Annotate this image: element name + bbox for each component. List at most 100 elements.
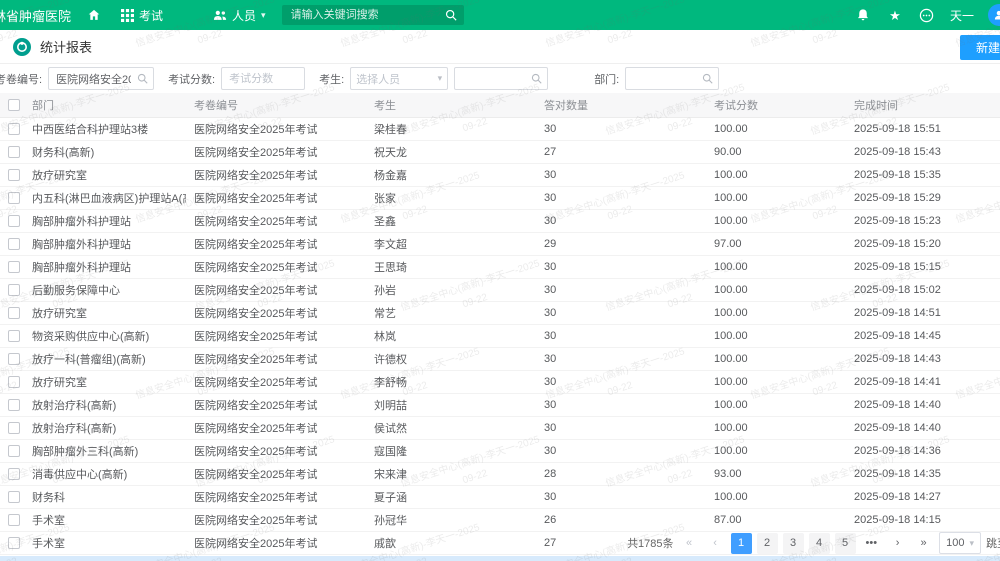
- row-checkbox[interactable]: [8, 353, 20, 365]
- header-score: 考试分数: [706, 93, 846, 118]
- table-row[interactable]: 胸部肿瘤外科护理站 医院网络安全2025年考试 圣鑫 30 100.00 202…: [0, 210, 1000, 233]
- global-search[interactable]: [282, 5, 464, 25]
- pager-page-5[interactable]: 5: [835, 533, 856, 554]
- cell-examinee: 林岚: [366, 325, 536, 348]
- table-row[interactable]: 财务科(高新) 医院网络安全2025年考试 祝天龙 27 90.00 2025-…: [0, 141, 1000, 164]
- table-row[interactable]: 放疗研究室 医院网络安全2025年考试 常艺 30 100.00 2025-09…: [0, 302, 1000, 325]
- pager-page-4[interactable]: 4: [809, 533, 830, 554]
- row-checkbox[interactable]: [8, 445, 20, 457]
- cell-department: 放疗研究室: [24, 371, 186, 394]
- cell-correct-count: 30: [536, 394, 706, 417]
- table-row[interactable]: 后勤服务保障中心 医院网络安全2025年考试 孙岩 30 100.00 2025…: [0, 279, 1000, 302]
- examinee-search-input[interactable]: [460, 72, 527, 86]
- row-checkbox[interactable]: [8, 514, 20, 526]
- cell-paper-no: 医院网络安全2025年考试: [186, 233, 366, 256]
- table-row[interactable]: 胸部肿瘤外三科(高新) 医院网络安全2025年考试 寇国隆 30 100.00 …: [0, 440, 1000, 463]
- table-row[interactable]: 手术室 医院网络安全2025年考试 孙冠华 26 87.00 2025-09-1…: [0, 509, 1000, 532]
- score-label: 考试分数:: [168, 71, 215, 87]
- notification-bell-icon[interactable]: [854, 6, 872, 24]
- nav-people[interactable]: 人员 ▾: [203, 0, 276, 30]
- table-header-row: 部门 考卷编号 考生 答对数量 考试分数 完成时间: [0, 93, 1000, 118]
- table-row[interactable]: 放疗一科(普瘤组)(高新) 医院网络安全2025年考试 许德权 30 100.0…: [0, 348, 1000, 371]
- row-checkbox[interactable]: [8, 422, 20, 434]
- cell-department: 内五科(淋巴血液病区)护理站A(高新): [24, 187, 186, 210]
- pager-next-button[interactable]: ›: [887, 533, 908, 554]
- row-checkbox[interactable]: [8, 307, 20, 319]
- cell-department: 胸部肿瘤外科护理站: [24, 233, 186, 256]
- filter-bar: 考卷编号: 考试分数: 考生: 选择人员 ▾ 部门:: [0, 64, 1000, 93]
- row-checkbox[interactable]: [8, 192, 20, 204]
- table-row[interactable]: 消毒供应中心(高新) 医院网络安全2025年考试 宋来津 28 93.00 20…: [0, 463, 1000, 486]
- cell-department: 放疗研究室: [24, 302, 186, 325]
- row-checkbox[interactable]: [8, 491, 20, 503]
- nav-exam[interactable]: 考试: [111, 0, 173, 30]
- row-checkbox[interactable]: [8, 284, 20, 296]
- table-row[interactable]: 放射治疗科(高新) 医院网络安全2025年考试 侯试然 30 100.00 20…: [0, 417, 1000, 440]
- cell-examinee: 许德权: [366, 348, 536, 371]
- row-checkbox[interactable]: [8, 215, 20, 227]
- cell-correct-count: 26: [536, 509, 706, 532]
- examinee-select[interactable]: 选择人员 ▾: [350, 67, 448, 90]
- dept-search-input[interactable]: [631, 72, 698, 86]
- chevron-down-icon: ▾: [969, 538, 974, 549]
- user-avatar[interactable]: [988, 4, 1000, 26]
- page-size-select[interactable]: 100 ▾: [939, 532, 981, 554]
- pager-ellipsis[interactable]: •••: [861, 533, 883, 554]
- cell-finish-time: 2025-09-18 15:23: [846, 210, 1000, 233]
- nav-exam-label: 考试: [139, 7, 163, 24]
- cell-score: 100.00: [706, 187, 846, 210]
- score-input[interactable]: [227, 72, 299, 86]
- pager-first-button[interactable]: «: [679, 533, 700, 554]
- row-checkbox[interactable]: [8, 376, 20, 388]
- search-icon[interactable]: [531, 73, 542, 84]
- favorite-star-icon[interactable]: ★: [886, 6, 904, 24]
- table-row[interactable]: 放疗研究室 医院网络安全2025年考试 李舒畅 30 100.00 2025-0…: [0, 371, 1000, 394]
- row-checkbox[interactable]: [8, 468, 20, 480]
- table-row[interactable]: 中西医结合科护理站3楼 医院网络安全2025年考试 梁桂春 30 100.00 …: [0, 118, 1000, 141]
- cell-correct-count: 30: [536, 118, 706, 141]
- global-search-input[interactable]: [289, 8, 445, 22]
- cell-department: 财务科(高新): [24, 141, 186, 164]
- table-row[interactable]: 放射治疗科(高新) 医院网络安全2025年考试 刘明喆 30 100.00 20…: [0, 394, 1000, 417]
- cell-score: 100.00: [706, 440, 846, 463]
- cell-examinee: 孙岩: [366, 279, 536, 302]
- row-checkbox[interactable]: [8, 123, 20, 135]
- table-row[interactable]: 胸部肿瘤外科护理站 医院网络安全2025年考试 王思琦 30 100.00 20…: [0, 256, 1000, 279]
- messages-icon[interactable]: [918, 6, 936, 24]
- row-checkbox[interactable]: [8, 146, 20, 158]
- row-checkbox[interactable]: [8, 261, 20, 273]
- row-checkbox[interactable]: [8, 330, 20, 342]
- cell-paper-no: 医院网络安全2025年考试: [186, 417, 366, 440]
- pager-last-button[interactable]: »: [913, 533, 934, 554]
- grid-menu-icon: [121, 9, 134, 22]
- exam-no-input[interactable]: [54, 72, 133, 86]
- table-row[interactable]: 放疗研究室 医院网络安全2025年考试 杨金嘉 30 100.00 2025-0…: [0, 164, 1000, 187]
- pager-prev-button[interactable]: ‹: [705, 533, 726, 554]
- row-checkbox[interactable]: [8, 399, 20, 411]
- search-icon[interactable]: [137, 73, 148, 84]
- current-user-name[interactable]: 天一: [950, 7, 974, 24]
- select-all-checkbox[interactable]: [8, 99, 20, 111]
- row-checkbox[interactable]: [8, 238, 20, 250]
- new-button[interactable]: 新建: [960, 35, 1000, 60]
- cell-paper-no: 医院网络安全2025年考试: [186, 210, 366, 233]
- row-checkbox[interactable]: [8, 169, 20, 181]
- pager-page-3[interactable]: 3: [783, 533, 804, 554]
- table-row[interactable]: 物资采购供应中心(高新) 医院网络安全2025年考试 林岚 30 100.00 …: [0, 325, 1000, 348]
- cell-finish-time: 2025-09-18 14:27: [846, 486, 1000, 509]
- table-row[interactable]: 内五科(淋巴血液病区)护理站A(高新) 医院网络安全2025年考试 张家 30 …: [0, 187, 1000, 210]
- row-checkbox[interactable]: [8, 537, 20, 549]
- cell-correct-count: 30: [536, 325, 706, 348]
- pager-page-2[interactable]: 2: [757, 533, 778, 554]
- search-icon[interactable]: [702, 73, 713, 84]
- cell-score: 100.00: [706, 256, 846, 279]
- table-row[interactable]: 胸部肿瘤外科护理站 医院网络安全2025年考试 李文超 29 97.00 202…: [0, 233, 1000, 256]
- table-row[interactable]: 财务科 医院网络安全2025年考试 夏子涵 30 100.00 2025-09-…: [0, 486, 1000, 509]
- cell-examinee: 圣鑫: [366, 210, 536, 233]
- topbar: 林省肿瘤医院 考试 人员: [0, 0, 1000, 30]
- pagination: 共1785条 « ‹ 1 2 3 4 5 ••• › » 100 ▾ 跳至: [621, 532, 1000, 554]
- pager-page-1[interactable]: 1: [731, 533, 752, 554]
- cell-correct-count: 30: [536, 164, 706, 187]
- cell-examinee: 祝天龙: [366, 141, 536, 164]
- home-button[interactable]: [77, 0, 111, 30]
